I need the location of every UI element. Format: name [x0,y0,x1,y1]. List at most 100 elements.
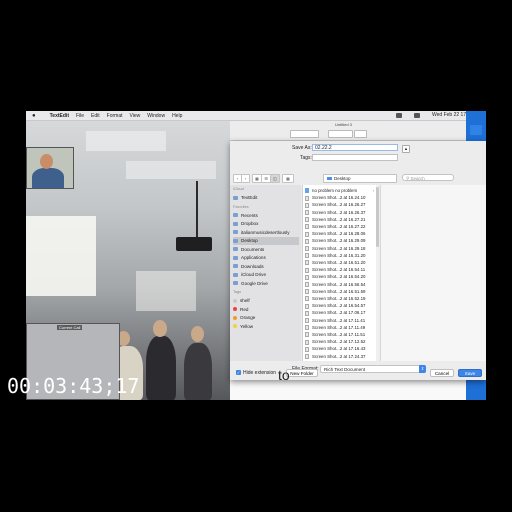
ceiling-panel [126,161,216,179]
file-item[interactable]: Screen Shot...2 at 17.24.37 [305,353,377,360]
file-item[interactable]: Screen Shot...2 at 17.11.49 [305,324,377,331]
file-item[interactable]: Screen Shot...2 at 16.56.54 [305,281,377,288]
sidebar-item-desktop[interactable]: Desktop [233,237,299,245]
menu-item-textedit[interactable]: TextEdit [50,113,69,119]
file-name: no problem no problem [312,188,358,193]
sidebar-item-label: Downloads [241,263,264,269]
file-name: Screen Shot...2 at 16.26.27 [312,202,366,208]
file-name: Screen Shot...2 at 16.24.10 [312,195,366,201]
file-item[interactable]: Screen Shot...2 at 16.54.57 [305,302,377,309]
file-icon [305,289,309,295]
menu-item-edit[interactable]: Edit [91,113,100,119]
sidebar-item-yellow[interactable]: Yellow [233,323,299,331]
file-item[interactable]: Screen Shot...2 at 16.51.59 [305,288,377,295]
search-input[interactable]: ⚲ Search [402,174,454,181]
file-icon [305,217,309,223]
file-item[interactable]: Screen Shot...2 at 17.06.17 [305,309,377,316]
file-item[interactable]: Screen Shot...2 at 16.24.10 [305,194,377,201]
file-item[interactable]: Screen Shot...2 at 16.54.11 [305,266,377,273]
file-icon [305,346,309,352]
dialog-toolbar: ‹ › ▦ ☰ ◫ ▦ Desktop ⚲ Search [230,174,486,183]
save-button[interactable]: Save [458,369,482,377]
document-text: to [278,367,290,383]
file-icon [305,267,309,273]
tag-color-icon [233,315,237,320]
menu-item-format[interactable]: Format [107,113,123,119]
file-item[interactable]: Screen Shot...2 at 16.54.20 [305,273,377,280]
file-item[interactable]: Screen Shot...2 at 16.26.27 [305,201,377,208]
folder-icon [233,213,238,218]
file-item[interactable]: Screen Shot...2 at 16.29.18 [305,245,377,252]
file-icon [305,303,309,309]
battery-icon[interactable] [414,112,420,118]
tag-color-icon [233,324,237,329]
folder-item[interactable]: no problem no problem › [305,187,377,194]
forward-button[interactable]: › [241,174,250,183]
folder-icon [233,281,238,286]
menu-item-window[interactable]: Window [147,113,165,119]
file-item[interactable]: Screen Shot...2 at 16.27.22 [305,223,377,230]
expand-dialog-icon[interactable]: ▲ [402,145,410,153]
pip-label: Current Call [57,325,83,330]
file-item[interactable]: Screen Shot...2 at 16.29.09 [305,237,377,244]
font-family-select[interactable] [290,130,319,138]
column-view-button[interactable]: ◫ [270,174,280,183]
file-item[interactable]: Screen Shot...2 at 17.11.41 [305,317,377,324]
file-icon [305,224,309,230]
scrollbar-thumb[interactable] [376,187,379,247]
menu-item-help[interactable]: Help [172,113,182,119]
sidebar-item-documents[interactable]: Documents [233,246,299,254]
sidebar-item-applications[interactable]: Applications [233,254,299,262]
file-name: Screen Shot...2 at 16.56.54 [312,281,366,287]
file-icon [305,317,309,323]
remote-video-thumbnail[interactable] [26,147,74,189]
screen-recording: ● TextEdit File Edit Format View Window Help W… [26,111,486,400]
sidebar-item-google-drive[interactable]: Google Drive [233,280,299,288]
file-list-scrollbar[interactable] [376,185,379,361]
sidebar-item-label: Red [240,306,249,312]
group-button[interactable]: ▦ [282,174,294,183]
projector-mount [196,181,198,241]
sidebar-item-orange[interactable]: Orange [233,314,299,322]
sidebar-item-shelf[interactable]: shelf [233,297,299,305]
apple-menu-icon[interactable]: ● [32,113,36,119]
sidebar-item-textedit[interactable]: TextEdit [233,194,299,202]
tags-input[interactable] [312,154,398,161]
file-item[interactable]: Screen Shot...2 at 16.27.21 [305,216,377,223]
font-style-select[interactable] [328,130,353,138]
sidebar-item-italianmusicdesertlously[interactable]: italianmusicdesertlously [233,229,299,237]
file-name: Screen Shot...2 at 16.51.59 [312,288,366,294]
sidebar-item-icloud-drive[interactable]: iCloud Drive [233,271,299,279]
menu-item-view[interactable]: View [130,113,141,119]
desktop-icon[interactable] [470,125,482,135]
font-size-select[interactable] [354,130,367,138]
menu-item-file[interactable]: File [76,113,84,119]
folder-icon [305,188,309,194]
folder-icon [233,230,238,235]
sidebar-item-recents[interactable]: Recents [233,212,299,220]
sidebar-item-dropbox[interactable]: Dropbox [233,220,299,228]
sidebar-item-downloads[interactable]: Downloads [233,263,299,271]
file-item[interactable]: Screen Shot...2 at 16.31.20 [305,252,377,259]
wifi-icon[interactable] [396,112,402,118]
file-name: Screen Shot...2 at 17.24.37 [312,353,366,359]
file-name: Screen Shot...2 at 16.27.22 [312,224,366,229]
sidebar-item-label: Google Drive [241,280,268,286]
sidebar-item-red[interactable]: Red [233,306,299,314]
file-item[interactable]: Screen Shot...2 at 17.11.51 [305,331,377,338]
new-folder-button[interactable]: New Folder [286,369,318,377]
file-name: Screen Shot...2 at 16.51.20 [312,260,366,265]
file-item[interactable]: Screen Shot...2 at 16.52.19 [305,295,377,302]
file-name: Screen Shot...2 at 17.11.51 [312,332,366,337]
file-item[interactable]: Screen Shot...2 at 17.16.43 [305,345,377,352]
folder-icon [233,195,238,200]
save-as-input[interactable]: 02.22.2 [312,144,398,151]
file-item[interactable]: Screen Shot...2 at 17.12.52 [305,338,377,345]
file-item[interactable]: Screen Shot...2 at 16.28.06 [305,230,377,237]
file-item[interactable]: Screen Shot...2 at 16.51.20 [305,259,377,266]
cancel-button[interactable]: Cancel [430,369,454,377]
hide-extension-checkbox[interactable]: ✓ [236,370,241,375]
location-popup[interactable]: Desktop [323,174,397,183]
file-icon [305,296,309,302]
file-item[interactable]: Screen Shot...2 at 16.26.37 [305,209,377,216]
